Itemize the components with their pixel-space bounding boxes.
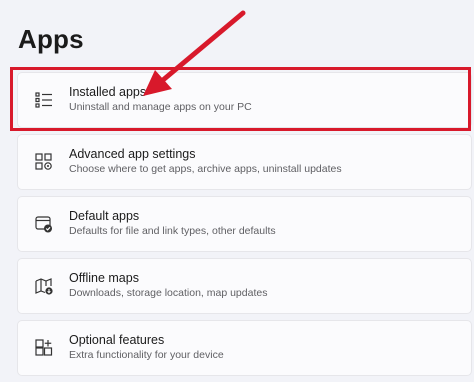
settings-item-optional-features[interactable]: Optional features Extra functionality fo… <box>17 320 472 376</box>
settings-item-label: Installed apps <box>69 85 147 99</box>
settings-item-label: Optional features <box>69 333 165 347</box>
settings-item-description: Downloads, storage location, map updates <box>69 287 268 299</box>
list-icon <box>34 90 54 110</box>
default-app-icon <box>34 214 54 234</box>
offline-map-icon <box>34 276 54 296</box>
settings-item-description: Defaults for file and link types, other … <box>69 225 276 237</box>
settings-item-description: Uninstall and manage apps on your PC <box>69 101 252 113</box>
apps-settings-page: Apps Installed apps Uninstall and manage… <box>0 0 474 382</box>
settings-app-icon <box>34 152 54 172</box>
settings-item-label: Offline maps <box>69 271 139 285</box>
settings-item-advanced-app-settings[interactable]: Advanced app settings Choose where to ge… <box>17 134 472 190</box>
page-title: Apps <box>18 24 84 54</box>
apps-settings-list: Installed apps Uninstall and manage apps… <box>17 72 472 382</box>
settings-item-description: Choose where to get apps, archive apps, … <box>69 163 342 175</box>
settings-item-installed-apps[interactable]: Installed apps Uninstall and manage apps… <box>17 72 472 128</box>
settings-item-label: Advanced app settings <box>69 147 196 161</box>
settings-item-label: Default apps <box>69 209 140 223</box>
settings-item-description: Extra functionality for your device <box>69 349 224 361</box>
add-features-icon <box>34 338 54 358</box>
settings-item-offline-maps[interactable]: Offline maps Downloads, storage location… <box>17 258 472 314</box>
settings-item-default-apps[interactable]: Default apps Defaults for file and link … <box>17 196 472 252</box>
